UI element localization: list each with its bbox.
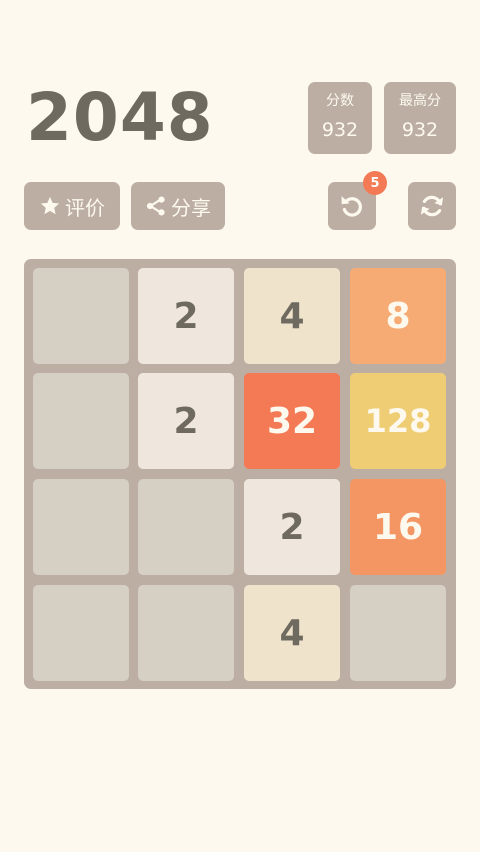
undo-count-badge: 5 xyxy=(363,171,387,195)
rate-button-label: 评价 xyxy=(65,195,105,220)
empty-cell xyxy=(138,479,234,575)
score-box: 分数 932 xyxy=(308,82,372,154)
star-icon xyxy=(39,195,61,217)
game-title: 2048 xyxy=(26,79,214,156)
share-button-label: 分享 xyxy=(171,195,211,220)
empty-cell xyxy=(33,373,129,469)
tile-128: 128 xyxy=(350,373,446,469)
best-score-value: 932 xyxy=(401,119,439,141)
tile-32: 32 xyxy=(244,373,340,469)
empty-cell xyxy=(350,585,446,681)
restart-button[interactable] xyxy=(408,182,456,230)
game-board[interactable]: 2 4 8 2 32 128 2 16 4 xyxy=(24,259,456,689)
score-label: 分数 xyxy=(326,93,354,109)
empty-cell xyxy=(138,585,234,681)
empty-cell xyxy=(33,268,129,364)
share-icon xyxy=(145,195,167,217)
tile-4: 4 xyxy=(244,268,340,364)
score-value: 932 xyxy=(321,119,359,141)
empty-cell xyxy=(33,479,129,575)
tile-2: 2 xyxy=(138,373,234,469)
refresh-icon xyxy=(418,192,446,220)
best-score-label: 最高分 xyxy=(399,93,441,109)
tile-8: 8 xyxy=(350,268,446,364)
tile-4: 4 xyxy=(244,585,340,681)
tile-2: 2 xyxy=(244,479,340,575)
undo-icon xyxy=(338,192,366,220)
share-button[interactable]: 分享 xyxy=(131,182,225,230)
best-score-box: 最高分 932 xyxy=(384,82,456,154)
tile-2: 2 xyxy=(138,268,234,364)
tile-16: 16 xyxy=(350,479,446,575)
rate-button[interactable]: 评价 xyxy=(24,182,120,230)
empty-cell xyxy=(33,585,129,681)
